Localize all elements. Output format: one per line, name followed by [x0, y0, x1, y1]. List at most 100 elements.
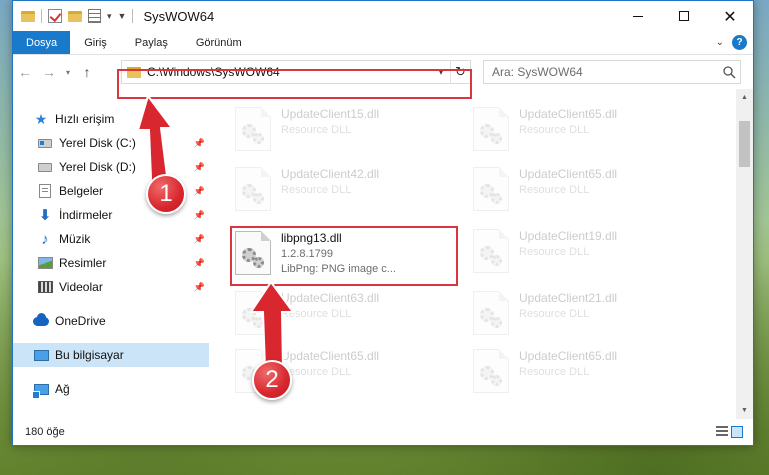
up-button[interactable]: ↑ — [75, 64, 99, 80]
rename-icon[interactable] — [88, 9, 101, 23]
star-icon: ★ — [34, 110, 48, 127]
pictures-icon — [37, 255, 53, 271]
dll-file-icon — [473, 349, 509, 393]
tab-share[interactable]: Paylaş — [121, 31, 182, 54]
ribbon-tabs: Dosya Giriş Paylaş Görünüm ⌄ ? — [13, 31, 753, 55]
scroll-up-icon[interactable]: ▲ — [736, 89, 753, 106]
search-icon[interactable] — [718, 65, 740, 79]
title-bar: ▾ ▼ SysWOW64 ✕ — [13, 1, 753, 31]
tiles-view-icon[interactable] — [731, 426, 743, 438]
new-folder-icon[interactable] — [68, 10, 82, 22]
vertical-scrollbar[interactable]: ▲ ▼ — [736, 89, 753, 419]
pin-icon[interactable]: 📌 — [194, 282, 205, 293]
file-name: UpdateClient15.dll — [281, 107, 380, 121]
close-button[interactable]: ✕ — [707, 1, 753, 31]
dll-file-icon — [473, 167, 509, 211]
sidebar-item-label: OneDrive — [55, 314, 106, 328]
ribbon-right: ⌄ ? — [716, 35, 747, 50]
file-item[interactable]: UpdateClient65.dll Resource DLL — [473, 165, 693, 217]
sidebar-item-label: Videolar — [59, 280, 103, 294]
file-highlight-box — [230, 226, 458, 286]
file-name: UpdateClient19.dll — [519, 229, 618, 243]
callout-step-2: 2 — [252, 360, 292, 400]
properties-check-icon[interactable] — [48, 9, 62, 23]
toolbar-separator — [132, 9, 134, 23]
window-controls: ✕ — [615, 1, 753, 31]
file-description: Resource DLL — [519, 124, 590, 136]
maximize-button[interactable] — [661, 1, 707, 31]
tab-view[interactable]: Görünüm — [182, 31, 256, 54]
dll-file-icon — [235, 107, 271, 151]
minimize-icon — [633, 15, 643, 17]
file-description: Resource DLL — [281, 124, 352, 136]
file-item[interactable]: UpdateClient42.dll Resource DLL — [235, 165, 455, 217]
file-name: UpdateClient21.dll — [519, 291, 618, 305]
file-description: Resource DLL — [519, 184, 590, 196]
music-icon: ♪ — [41, 230, 49, 248]
file-item[interactable]: UpdateClient21.dll Resource DLL — [473, 289, 693, 341]
customize-toolbar-icon[interactable]: ▼ — [118, 11, 127, 21]
scroll-thumb[interactable] — [739, 121, 750, 167]
view-switcher — [716, 426, 743, 438]
dll-file-icon — [473, 291, 509, 335]
file-item[interactable]: UpdateClient65.dll Resource DLL — [473, 105, 693, 157]
expand-ribbon-icon[interactable]: ⌄ — [716, 37, 724, 48]
toolbar-separator — [41, 9, 42, 23]
quick-access-toolbar: ▾ ▼ — [13, 9, 134, 23]
search-input[interactable]: Ara: SysWOW64 — [483, 60, 741, 84]
window-title: SysWOW64 — [143, 8, 215, 24]
file-name: UpdateClient65.dll — [519, 167, 618, 181]
sidebar-item-network[interactable]: Ağ — [13, 377, 209, 401]
drive-icon — [37, 159, 53, 175]
forward-button[interactable]: → — [37, 64, 61, 80]
file-description: Resource DLL — [519, 308, 590, 320]
sidebar-item-videos[interactable]: Videolar 📌 — [13, 275, 209, 299]
scroll-down-icon[interactable]: ▼ — [736, 402, 753, 419]
file-item[interactable]: UpdateClient65.dll Resource DLL — [473, 347, 693, 399]
file-name: UpdateClient65.dll — [519, 107, 618, 121]
sidebar-item-music[interactable]: ♪ Müzik 📌 — [13, 227, 209, 251]
file-description: Resource DLL — [519, 366, 590, 378]
file-description: Resource DLL — [519, 246, 590, 258]
status-bar: 180 öğe — [13, 419, 753, 445]
pin-icon[interactable]: 📌 — [194, 234, 205, 245]
dll-file-icon — [473, 107, 509, 151]
sidebar-item-label: Belgeler — [59, 184, 104, 198]
sidebar-item-label: Hızlı erişim — [55, 112, 115, 126]
item-count: 180 öğe — [25, 426, 65, 438]
sidebar-item-label: Resimler — [59, 256, 107, 270]
folder-icon[interactable] — [21, 10, 35, 22]
file-name: UpdateClient65.dll — [519, 349, 618, 363]
computer-icon — [33, 347, 49, 363]
dll-file-icon — [235, 167, 271, 211]
tab-file[interactable]: Dosya — [13, 31, 71, 54]
details-view-icon[interactable] — [716, 426, 728, 438]
videos-icon — [37, 279, 53, 295]
help-icon[interactable]: ? — [732, 35, 747, 50]
sidebar-item-pictures[interactable]: Resimler 📌 — [13, 251, 209, 275]
cloud-icon — [33, 312, 49, 329]
sidebar-item-this-pc[interactable]: Bu bilgisayar — [13, 343, 209, 367]
sidebar-item-onedrive[interactable]: OneDrive — [13, 309, 209, 333]
back-button[interactable]: ← — [13, 64, 37, 80]
pin-icon[interactable]: 📌 — [194, 258, 205, 269]
sidebar-item-label: Bu bilgisayar — [55, 348, 124, 362]
maximize-icon — [679, 11, 689, 21]
chevron-down-icon[interactable]: ▾ — [107, 11, 112, 22]
sidebar-item-label: Ağ — [55, 382, 70, 396]
minimize-button[interactable] — [615, 1, 661, 31]
dll-file-icon — [473, 229, 509, 273]
file-item[interactable]: UpdateClient19.dll Resource DLL — [473, 227, 693, 279]
recent-locations-icon[interactable]: ▾ — [61, 68, 75, 77]
sidebar-item-label: İndirmeler — [59, 208, 113, 222]
file-description: Resource DLL — [281, 184, 352, 196]
file-item[interactable]: UpdateClient15.dll Resource DLL — [235, 105, 455, 157]
sidebar-item-label: Müzik — [59, 232, 91, 246]
tab-home[interactable]: Giriş — [70, 31, 121, 54]
drive-icon — [37, 135, 53, 151]
downloads-icon: ⬇ — [38, 207, 52, 224]
network-icon — [31, 381, 49, 399]
documents-icon — [37, 183, 53, 199]
